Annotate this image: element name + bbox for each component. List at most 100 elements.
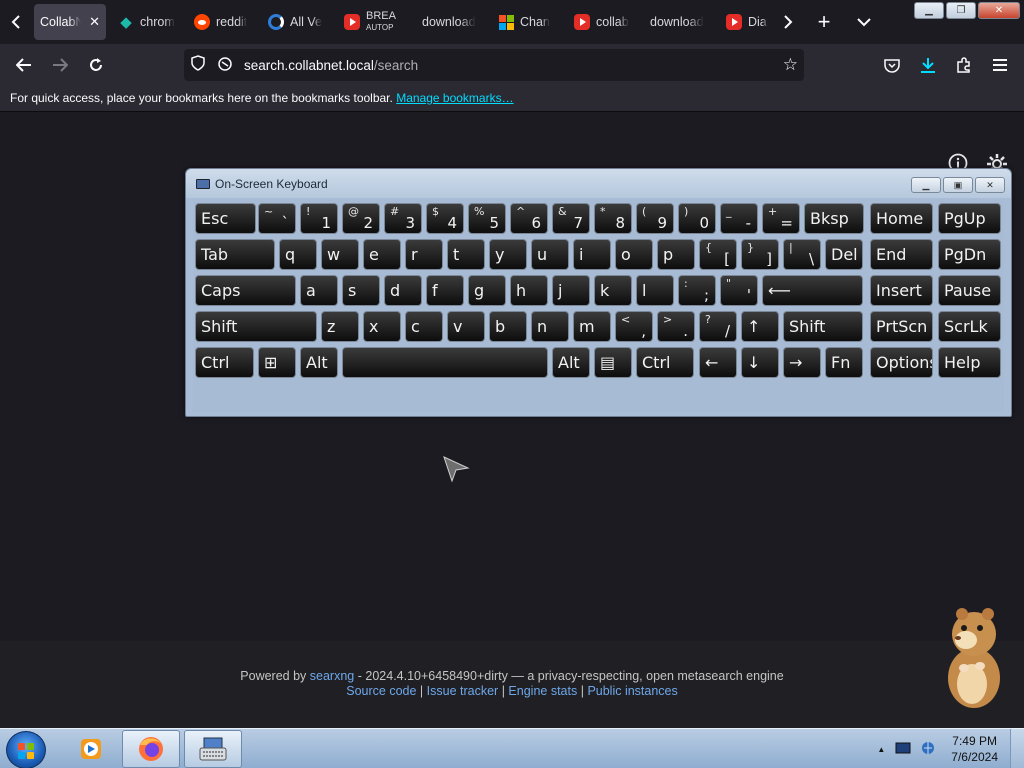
key-2-7[interactable]: j xyxy=(552,275,590,306)
key-3-6[interactable]: n xyxy=(531,311,569,342)
key-0-5[interactable]: $4 xyxy=(426,203,464,234)
key-4-2[interactable]: Alt xyxy=(300,347,338,378)
public-instances-link[interactable]: Public instances xyxy=(587,684,677,698)
key-2-0[interactable]: Caps xyxy=(195,275,296,306)
source-code-link[interactable]: Source code xyxy=(346,684,416,698)
key-4-7[interactable]: ← xyxy=(699,347,737,378)
key-4-4[interactable]: Alt xyxy=(552,347,590,378)
key-3-10[interactable]: ? / xyxy=(699,311,737,342)
key-2-2[interactable]: s xyxy=(342,275,380,306)
osk-titlebar[interactable]: On-Screen Keyboard ▁ ▣ ✕ xyxy=(186,169,1011,198)
key-1-12[interactable]: }] xyxy=(741,239,779,270)
key-0-14[interactable]: Bksp xyxy=(804,203,864,234)
key-3-1[interactable]: z xyxy=(321,311,359,342)
forward-icon[interactable] xyxy=(46,52,74,78)
page-info-icon[interactable] xyxy=(218,56,232,74)
key-3-2[interactable]: x xyxy=(363,311,401,342)
tab-9[interactable]: Diam xyxy=(720,4,774,40)
key-3-11[interactable]: ↑ xyxy=(741,311,779,342)
key-2-11[interactable]: " ' xyxy=(720,275,758,306)
key-0-8[interactable]: & 7 xyxy=(552,203,590,234)
key-0-0[interactable]: Esc xyxy=(195,203,256,234)
network-icon[interactable] xyxy=(921,740,935,759)
key-1-8[interactable]: i xyxy=(573,239,611,270)
key-2-5[interactable]: g xyxy=(468,275,506,306)
key-1-0[interactable]: Tab xyxy=(195,239,275,270)
key-3-12[interactable]: Shift xyxy=(783,311,863,342)
key-4-3[interactable] xyxy=(342,347,548,378)
back-icon[interactable] xyxy=(10,52,38,78)
reload-icon[interactable] xyxy=(82,52,110,78)
clock[interactable]: 7:49 PM 7/6/2024 xyxy=(951,733,998,765)
taskbar-media-player-icon[interactable] xyxy=(62,730,120,768)
osk-close-icon[interactable]: ✕ xyxy=(975,177,1005,193)
url-text[interactable]: search.collabnet.local/search xyxy=(244,58,418,73)
new-tab-icon[interactable]: + xyxy=(810,8,838,36)
key-2-8[interactable]: k xyxy=(594,275,632,306)
key-3-4[interactable]: v xyxy=(447,311,485,342)
minimize-icon[interactable]: ▁ xyxy=(914,2,944,19)
key-2-13[interactable]: Insert xyxy=(870,275,933,306)
key-1-14[interactable]: Del xyxy=(825,239,863,270)
issue-tracker-link[interactable]: Issue tracker xyxy=(427,684,499,698)
key-1-4[interactable]: r xyxy=(405,239,443,270)
pocket-icon[interactable] xyxy=(878,52,906,78)
key-0-13[interactable]: + = xyxy=(762,203,800,234)
key-3-14[interactable]: ScrLk xyxy=(938,311,1001,342)
show-desktop-button[interactable] xyxy=(1010,729,1024,768)
taskbar-firefox-icon[interactable] xyxy=(122,730,180,768)
key-0-10[interactable]: (9 xyxy=(636,203,674,234)
manage-bookmarks-link[interactable]: Manage bookmarks… xyxy=(396,91,513,105)
tab-2[interactable]: reddit xyxy=(188,4,256,40)
tab-4[interactable]: BREA AUTOP xyxy=(338,4,410,40)
searxng-link[interactable]: searxng xyxy=(310,669,354,683)
key-0-7[interactable]: ^ 6 xyxy=(510,203,548,234)
key-1-5[interactable]: t xyxy=(447,239,485,270)
key-1-11[interactable]: {[ xyxy=(699,239,737,270)
tab-scroll-left-icon[interactable] xyxy=(2,8,30,36)
key-4-6[interactable]: Ctrl xyxy=(636,347,694,378)
key-3-5[interactable]: b xyxy=(489,311,527,342)
key-0-16[interactable]: PgUp xyxy=(938,203,1001,234)
engine-stats-link[interactable]: Engine stats xyxy=(508,684,577,698)
key-2-1[interactable]: a xyxy=(300,275,338,306)
key-4-11[interactable]: Options xyxy=(870,347,933,378)
key-3-9[interactable]: >. xyxy=(657,311,695,342)
key-3-13[interactable]: PrtScn xyxy=(870,311,933,342)
key-0-12[interactable]: _ - xyxy=(720,203,758,234)
close-icon[interactable]: ✕ xyxy=(978,2,1020,19)
taskbar-on-screen-keyboard-icon[interactable] xyxy=(184,730,242,768)
menu-icon[interactable] xyxy=(986,52,1014,78)
key-2-3[interactable]: d xyxy=(384,275,422,306)
key-3-0[interactable]: Shift xyxy=(195,311,317,342)
extensions-icon[interactable] xyxy=(950,52,978,78)
tracking-protection-icon[interactable] xyxy=(190,55,206,75)
tab-8[interactable]: download xyxy=(644,4,714,40)
tab-3[interactable]: All Ve xyxy=(262,4,332,40)
key-2-14[interactable]: Pause xyxy=(938,275,1001,306)
tab-7[interactable]: collab xyxy=(568,4,638,40)
key-4-0[interactable]: Ctrl xyxy=(195,347,254,378)
tray-overflow-icon[interactable]: ▲ xyxy=(877,745,885,754)
bookmark-star-icon[interactable]: ☆ xyxy=(783,55,798,75)
key-0-2[interactable]: ! 1 xyxy=(300,203,338,234)
key-1-7[interactable]: u xyxy=(531,239,569,270)
tab-scroll-right-icon[interactable] xyxy=(774,8,802,36)
key-3-8[interactable]: <, xyxy=(615,311,653,342)
url-bar[interactable]: search.collabnet.local/search ☆ xyxy=(184,49,804,81)
tab-0[interactable]: CollabN ✕ xyxy=(34,4,106,40)
key-1-1[interactable]: q xyxy=(279,239,317,270)
key-1-2[interactable]: w xyxy=(321,239,359,270)
key-4-8[interactable]: ↓ xyxy=(741,347,779,378)
key-2-4[interactable]: f xyxy=(426,275,464,306)
key-4-5[interactable]: ▤ xyxy=(594,347,632,378)
key-1-6[interactable]: y xyxy=(489,239,527,270)
list-all-tabs-icon[interactable] xyxy=(850,8,878,36)
key-1-16[interactable]: PgDn xyxy=(938,239,1001,270)
osk-maximize-icon[interactable]: ▣ xyxy=(943,177,973,193)
start-button-icon[interactable] xyxy=(6,731,46,768)
key-4-9[interactable]: → xyxy=(783,347,821,378)
key-1-13[interactable]: | \ xyxy=(783,239,821,270)
key-1-3[interactable]: e xyxy=(363,239,401,270)
restore-icon[interactable]: ❐ xyxy=(946,2,976,19)
